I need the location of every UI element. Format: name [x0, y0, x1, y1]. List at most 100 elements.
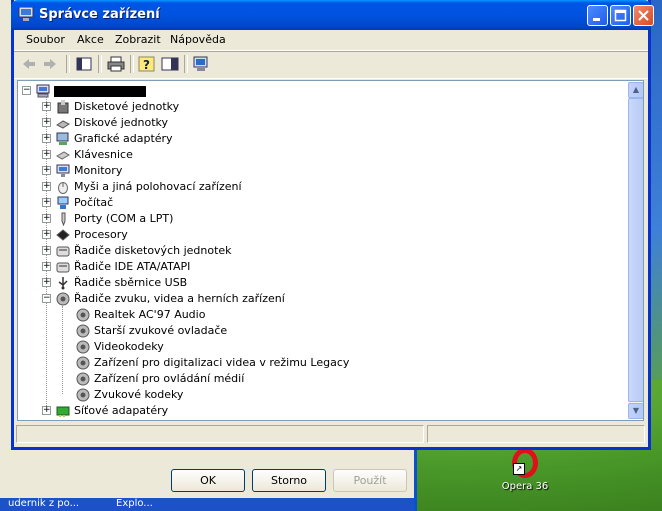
scan-hardware-icon[interactable]: [192, 56, 210, 72]
tree-item-category[interactable]: + Disketové jednotky: [18, 99, 598, 115]
ide-controller-icon: [56, 262, 70, 273]
tree-item-category[interactable]: + Diskové jednotky: [18, 115, 598, 131]
tree-item-category[interactable]: + Počítač: [18, 195, 598, 211]
scroll-up-button[interactable]: ▲: [628, 82, 643, 98]
toolbar-separator: [98, 55, 102, 73]
expand-toggle[interactable]: +: [42, 214, 51, 223]
properties-icon[interactable]: [75, 56, 93, 72]
collapse-toggle[interactable]: −: [22, 86, 31, 95]
ok-button[interactable]: OK: [171, 469, 245, 492]
tree-item-category[interactable]: + Řadiče disketových jednotek: [18, 243, 598, 259]
tree-item-device[interactable]: Starší zvukové ovladače: [18, 323, 598, 339]
category-label: Řadiče sběrnice USB: [74, 276, 188, 289]
tree-item-category[interactable]: + Síťové adapatéry: [18, 403, 598, 419]
keyboard-icon: [56, 151, 70, 160]
print-icon[interactable]: [107, 56, 125, 72]
expand-toggle[interactable]: +: [42, 278, 51, 287]
tree-item-category[interactable]: + Monitory: [18, 163, 598, 179]
speaker-icon: [76, 308, 90, 322]
taskbar-item-1[interactable]: udernik z po...: [8, 498, 79, 509]
expand-toggle[interactable]: +: [42, 102, 51, 111]
minimize-button[interactable]: [587, 5, 608, 26]
close-icon: [638, 10, 649, 21]
expand-toggle[interactable]: +: [42, 246, 51, 255]
category-label: Myši a jiná polohovací zařízení: [74, 180, 242, 193]
close-button[interactable]: [633, 5, 654, 26]
taskbar-fragment: udernik z po... Explo...: [0, 498, 414, 511]
mouse-icon: [58, 182, 68, 194]
status-cell: [427, 425, 645, 443]
speaker-icon: [76, 372, 90, 386]
device-label: Realtek AC'97 Audio: [94, 308, 206, 321]
floppy-drive-icon: [57, 100, 69, 114]
tree-item-category[interactable]: + Klávesnice: [18, 147, 598, 163]
forward-icon[interactable]: [41, 56, 59, 72]
expand-toggle[interactable]: +: [42, 182, 51, 191]
category-label: Disketové jednotky: [74, 100, 180, 113]
expand-toggle[interactable]: +: [42, 134, 51, 143]
device-label: Zařízení pro ovládání médií: [94, 372, 245, 385]
status-bar: [14, 423, 648, 447]
category-label: Porty (COM a LPT): [74, 212, 174, 225]
expand-toggle[interactable]: +: [42, 406, 51, 415]
category-label: Diskové jednotky: [74, 116, 169, 129]
menu-napoveda[interactable]: Nápověda: [170, 33, 226, 46]
speaker-icon: [76, 324, 90, 338]
device-tree[interactable]: − + Disketové jednotky + Diskové jednotk…: [17, 80, 644, 421]
computer-icon: [18, 7, 34, 21]
opera-shortcut-label: Opera 36: [501, 481, 549, 492]
floppy-controller-icon: [56, 246, 70, 257]
expand-toggle[interactable]: +: [42, 230, 51, 239]
cancel-button[interactable]: Storno: [252, 469, 326, 492]
back-icon[interactable]: [20, 56, 38, 72]
svg-text:?: ?: [143, 58, 150, 72]
menu-akce[interactable]: Akce: [77, 33, 104, 46]
tree-item-device[interactable]: Zařízení pro ovládání médií: [18, 371, 598, 387]
tree-item-category[interactable]: + Řadiče sběrnice USB: [18, 275, 598, 291]
scroll-thumb[interactable]: [628, 98, 643, 402]
menu-bar: Soubor Akce Zobrazit Nápověda: [14, 30, 648, 51]
collapse-toggle[interactable]: −: [42, 294, 51, 303]
speaker-icon: [56, 292, 70, 306]
title-bar[interactable]: Správce zařízení: [11, 0, 654, 30]
taskbar-item-2[interactable]: Explo...: [116, 498, 153, 509]
tree-item-category-expanded[interactable]: − Řadiče zvuku, videa a herních zařízení: [18, 291, 598, 307]
tree-item-category[interactable]: + Řadiče IDE ATA/ATAPI: [18, 259, 598, 275]
menu-zobrazit[interactable]: Zobrazit: [115, 33, 161, 46]
tree-item-category[interactable]: + Procesory: [18, 227, 598, 243]
tree-item-category[interactable]: + Myši a jiná polohovací zařízení: [18, 179, 598, 195]
show-hide-icon[interactable]: [161, 56, 179, 72]
usb-icon: [58, 277, 68, 290]
expand-toggle[interactable]: +: [42, 166, 51, 175]
device-label: Videokodeky: [94, 340, 164, 353]
expand-toggle[interactable]: +: [42, 118, 51, 127]
tree-item-device[interactable]: Realtek AC'97 Audio: [18, 307, 598, 323]
help-icon[interactable]: ?: [138, 56, 156, 72]
tree-item-device[interactable]: Zařízení pro digitalizaci videa v režimu…: [18, 355, 598, 371]
toolbar-separator: [184, 55, 188, 73]
scroll-down-button[interactable]: ▼: [628, 403, 643, 419]
expand-toggle[interactable]: +: [42, 150, 51, 159]
category-label: Síťové adapatéry: [74, 404, 169, 417]
expand-toggle[interactable]: +: [42, 262, 51, 271]
device-label: Starší zvukové ovladače: [94, 324, 228, 337]
tree-item-device[interactable]: Videokodeky: [18, 339, 598, 355]
toolbar-separator: [66, 55, 70, 73]
speaker-icon: [76, 356, 90, 370]
device-manager-window: Správce zařízení Soubor Akce Zobrazit Ná…: [11, 0, 654, 450]
tree-item-category[interactable]: + Porty (COM a LPT): [18, 211, 598, 227]
display-adapter-icon: [56, 132, 69, 145]
expand-toggle[interactable]: +: [42, 198, 51, 207]
category-label: Řadiče zvuku, videa a herních zařízení: [74, 292, 285, 305]
tree-item-device[interactable]: Zvukové kodeky: [18, 387, 598, 403]
vertical-scrollbar[interactable]: ▲ ▼: [628, 82, 643, 419]
window-title: Správce zařízení: [39, 7, 160, 22]
tree-item-category[interactable]: + Grafické adaptéry: [18, 131, 598, 147]
opera-desktop-shortcut[interactable]: ↗ Opera 36: [498, 448, 552, 492]
redacted-computer-name: [54, 86, 146, 97]
category-label: Řadiče IDE ATA/ATAPI: [74, 260, 191, 273]
port-icon: [61, 212, 66, 226]
menu-soubor[interactable]: Soubor: [26, 33, 65, 46]
tree-root[interactable]: −: [18, 83, 598, 99]
maximize-button[interactable]: [610, 5, 631, 26]
